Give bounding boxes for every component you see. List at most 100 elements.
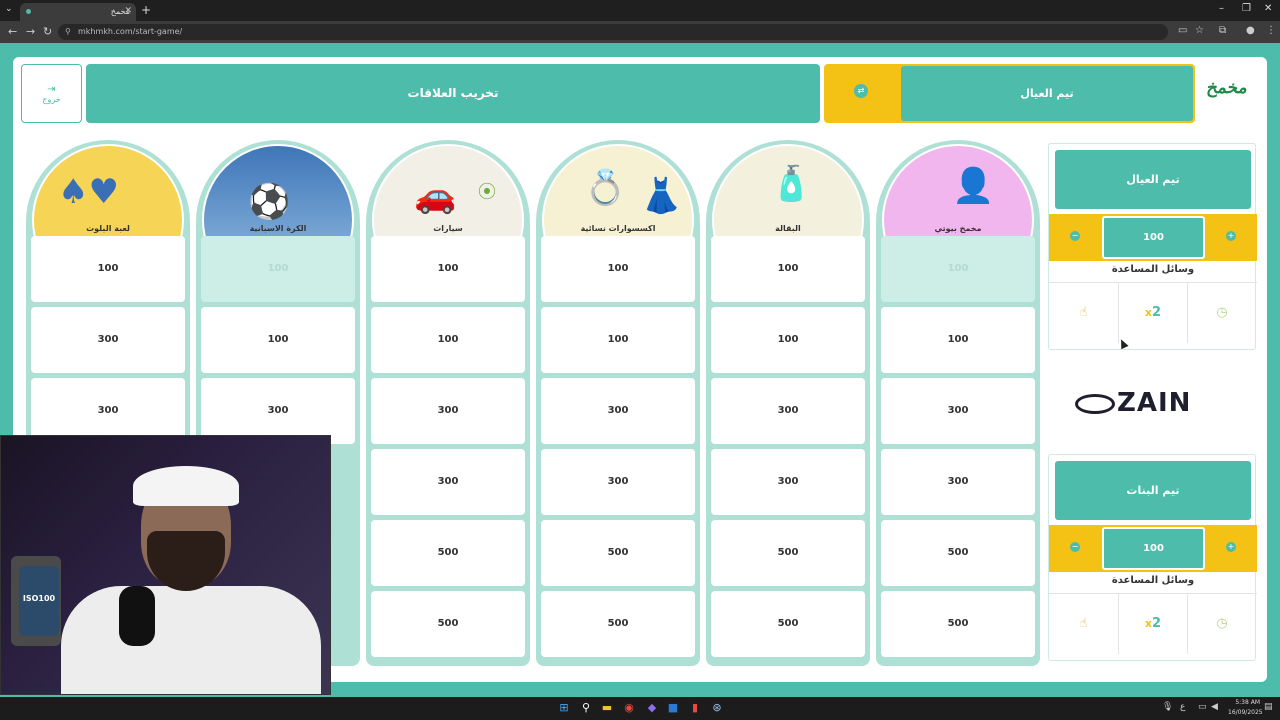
logo[interactable]: مخمخ: [1203, 78, 1262, 108]
supplement-jar: ISO100: [19, 566, 59, 636]
increase-score-icon[interactable]: +: [1226, 231, 1236, 241]
menu-icon[interactable]: ⋮: [1266, 25, 1276, 36]
question-cell[interactable]: 500: [541, 520, 695, 586]
question-cell[interactable]: 300: [711, 378, 865, 444]
site-info-icon[interactable]: ⚲: [65, 27, 71, 36]
double-mark: x: [1144, 617, 1153, 630]
cast-icon[interactable]: ▭: [1178, 25, 1187, 36]
category-label: لعبة البلوت: [86, 224, 130, 233]
double-points-aid[interactable]: x2: [1118, 594, 1187, 654]
network-icon[interactable]: ▭: [1198, 702, 1207, 712]
microphone: [119, 586, 155, 646]
question-cell[interactable]: 300: [541, 449, 695, 515]
decrease-score-icon[interactable]: −: [1070, 231, 1080, 241]
double-value: 2: [1152, 305, 1162, 320]
question-cell[interactable]: 500: [711, 591, 865, 657]
question-cell[interactable]: 300: [371, 449, 525, 515]
score-row: − 100 +: [1049, 525, 1257, 572]
question-cell[interactable]: 500: [541, 591, 695, 657]
question-cell[interactable]: 100: [711, 236, 865, 302]
question-cell[interactable]: 100: [371, 307, 525, 373]
tab-close-icon[interactable]: ✕: [124, 6, 132, 16]
question-cell-used: 100: [201, 236, 355, 302]
streamer-body: [61, 586, 321, 694]
double-mark: x: [1144, 306, 1153, 319]
back-icon[interactable]: ←: [8, 25, 17, 38]
url-field[interactable]: ⚲ mkhmkh.com/start-game/: [58, 24, 1168, 40]
search-icon[interactable]: ⚲: [578, 700, 594, 716]
sponsor-logo: ZAIN: [1075, 388, 1231, 420]
bookmark-star-icon[interactable]: ☆: [1195, 25, 1204, 36]
forward-icon[interactable]: →: [26, 25, 35, 38]
time-aid[interactable]: ◷: [1187, 594, 1256, 654]
category-label: اكسسوارات نسائية: [580, 224, 656, 233]
outlook-icon[interactable]: ■: [665, 700, 681, 716]
question-cell[interactable]: 300: [881, 378, 1035, 444]
increase-score-icon[interactable]: +: [1226, 542, 1236, 552]
start-icon[interactable]: ⊞: [556, 700, 572, 716]
minimize-icon[interactable]: –: [1219, 3, 1224, 14]
question-cell-used: 100: [881, 236, 1035, 302]
mic-tray-icon[interactable]: 🎙: [1162, 702, 1173, 712]
question-cell[interactable]: 300: [711, 449, 865, 515]
app-icon[interactable]: ◆: [644, 700, 660, 716]
question-cell[interactable]: 300: [371, 378, 525, 444]
tab-search-icon[interactable]: ⌄: [5, 4, 13, 14]
traffic-light-icon: ⦿: [478, 182, 496, 203]
aids-title: وسائل المساعدة: [1111, 264, 1195, 275]
volume-icon[interactable]: ◀: [1211, 702, 1218, 712]
timer-icon: ◷: [1216, 616, 1228, 631]
page-background: [0, 43, 1280, 57]
time-aid[interactable]: ◷: [1187, 283, 1256, 343]
question-cell[interactable]: 100: [201, 307, 355, 373]
browser-tab-bar: ⌄ مخمخ ✕ + – ❐ ✕: [0, 0, 1280, 21]
tab-favicon-icon: [26, 9, 31, 14]
question-cell[interactable]: 500: [881, 591, 1035, 657]
double-value: 2: [1152, 616, 1162, 631]
sponsor-name: ZAIN: [1117, 388, 1192, 418]
timer-icon: ◷: [1216, 305, 1228, 320]
decrease-score-icon[interactable]: −: [1070, 542, 1080, 552]
aids-title: وسائل المساعدة: [1111, 575, 1195, 586]
app-red-icon[interactable]: ▮: [687, 700, 703, 716]
question-cell[interactable]: 300: [31, 307, 185, 373]
question-cell[interactable]: 500: [711, 520, 865, 586]
question-cell[interactable]: 100: [541, 307, 695, 373]
call-friend-aid[interactable]: ☝: [1049, 283, 1118, 343]
call-friend-aid[interactable]: ☝: [1049, 594, 1118, 654]
new-tab-button[interactable]: +: [141, 3, 151, 17]
reload-icon[interactable]: ↻: [43, 25, 52, 38]
question-cell[interactable]: 100: [31, 236, 185, 302]
question-cell[interactable]: 100: [541, 236, 695, 302]
swap-turn-icon[interactable]: ⇄: [854, 84, 868, 98]
webcam-overlay: ISO100: [0, 435, 331, 695]
question-cell[interactable]: 100: [881, 307, 1035, 373]
exit-button[interactable]: ⇥ خروج: [21, 64, 82, 123]
extensions-icon[interactable]: ⧉: [1219, 25, 1226, 36]
car-icon: 🚗: [414, 176, 457, 216]
chrome-icon[interactable]: ◉: [621, 700, 637, 716]
question-cell[interactable]: 500: [371, 520, 525, 586]
notification-icon[interactable]: ▤: [1264, 702, 1273, 712]
profile-icon[interactable]: ●: [1246, 25, 1255, 36]
input-language[interactable]: ع: [1180, 702, 1185, 712]
team-name: تيم العيال: [1055, 150, 1251, 209]
double-points-aid[interactable]: x2: [1118, 283, 1187, 343]
question-cell[interactable]: 300: [881, 449, 1035, 515]
category-label: الكرة الاسبانية: [249, 224, 307, 233]
question-cell[interactable]: 500: [881, 520, 1035, 586]
question-cell[interactable]: 100: [371, 236, 525, 302]
question-cell[interactable]: 300: [541, 378, 695, 444]
steam-icon[interactable]: ⊛: [709, 700, 725, 716]
taskbar-clock[interactable]: 5:38 AM 16/09/2025: [1228, 698, 1263, 718]
category-label: سيارات: [433, 224, 463, 233]
file-explorer-icon[interactable]: ▬: [599, 700, 615, 716]
current-turn-team: تيم العيال: [901, 66, 1193, 121]
browser-tab[interactable]: مخمخ ✕: [20, 3, 136, 21]
restore-icon[interactable]: ❐: [1242, 3, 1251, 14]
close-window-icon[interactable]: ✕: [1264, 3, 1272, 14]
question-cell[interactable]: 500: [371, 591, 525, 657]
category-column: 🚗 ⦿ سيارات 100 100 300 300 500 500: [366, 140, 530, 666]
grocery-icon: 🧴: [770, 164, 813, 204]
question-cell[interactable]: 100: [711, 307, 865, 373]
